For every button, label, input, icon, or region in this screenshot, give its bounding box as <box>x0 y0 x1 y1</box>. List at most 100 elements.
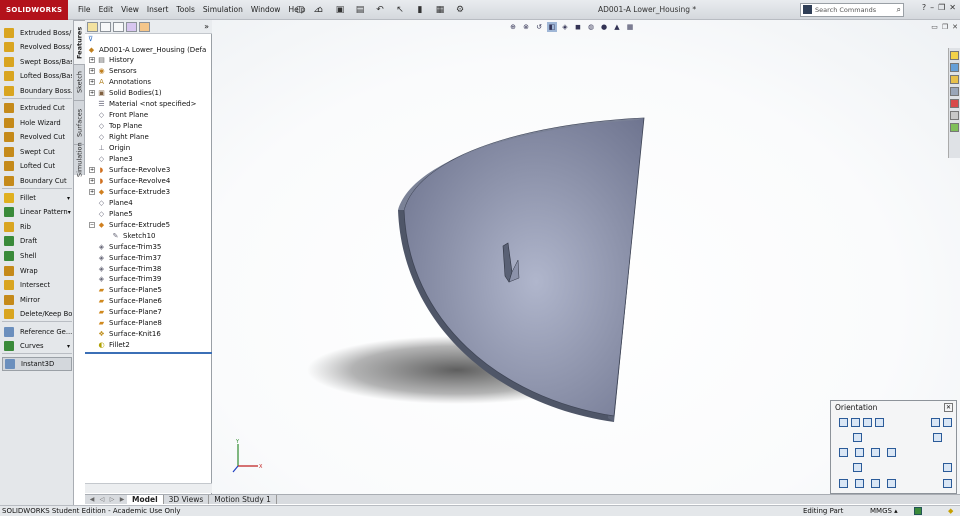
tree-node-right-plane[interactable]: ◇ Right Plane <box>89 132 149 143</box>
file-properties-icon[interactable]: ▦ <box>431 3 449 17</box>
tree-node-surface-plane8[interactable]: ▰ Surface-Plane8 <box>89 318 162 329</box>
expand-toggle-icon[interactable]: + <box>89 79 95 86</box>
view-previous-icon[interactable] <box>851 418 860 427</box>
cmd-intersect-button[interactable]: Intersect <box>2 278 72 292</box>
select-pointer-icon[interactable]: ↖ <box>391 3 409 17</box>
open-folder-icon[interactable]: ⌂ <box>311 3 329 17</box>
new-document-icon[interactable]: ▢ <box>291 3 309 17</box>
orientation-close-icon[interactable]: ✕ <box>944 403 953 412</box>
expand-toggle-icon[interactable]: + <box>89 177 95 184</box>
rollback-bar[interactable] <box>85 352 212 354</box>
options-icon[interactable]: ⚙ <box>451 3 469 17</box>
cmd-revolved-boss-button[interactable]: Revolved Boss/... <box>2 40 72 54</box>
view-front-icon[interactable] <box>853 433 862 442</box>
tree-node-plane5[interactable]: ◇ Plane5 <box>89 208 133 219</box>
cmd-fillet-button[interactable]: Fillet ▾ <box>2 191 72 205</box>
expand-toggle-icon[interactable]: + <box>89 57 95 64</box>
expand-toggle-icon[interactable]: + <box>89 166 95 173</box>
menu-edit[interactable]: Edit <box>95 0 118 20</box>
tree-root-part[interactable]: ◆ AD001-A Lower_Housing (Defa <box>87 44 206 55</box>
cmd-wrap-button[interactable]: Wrap <box>2 264 72 278</box>
view-isometric-icon[interactable] <box>863 418 872 427</box>
undo-icon[interactable]: ↶ <box>371 3 389 17</box>
cmd-lofted-boss-button[interactable]: Lofted Boss/Base <box>2 69 72 83</box>
menu-file[interactable]: File <box>74 0 95 20</box>
update-views-icon[interactable] <box>931 418 940 427</box>
two-view-vertical-icon[interactable] <box>871 479 880 488</box>
appearances-icon[interactable] <box>950 99 959 108</box>
cmd-extruded-boss-button[interactable]: Extruded Boss/... <box>2 26 72 40</box>
tree-node-surface-trim38[interactable]: ◈ Surface-Trim38 <box>89 263 162 274</box>
cmd-boundary-cut-button[interactable]: Boundary Cut <box>2 174 72 188</box>
tab-model[interactable]: Model <box>127 495 164 504</box>
minimize-icon[interactable]: – <box>930 3 934 12</box>
tree-node-surface-extrude3[interactable]: + ◆ Surface-Extrude3 <box>89 186 170 197</box>
tree-node-surface-extrude5[interactable]: − ◆ Surface-Extrude5 <box>89 219 170 230</box>
tree-node-surface-revolve3[interactable]: + ◗ Surface-Revolve3 <box>89 164 170 175</box>
search-icon[interactable]: ⌕ <box>897 4 901 16</box>
save-icon[interactable]: ▣ <box>331 3 349 17</box>
property-manager-tab-icon[interactable] <box>100 21 111 32</box>
tab-sketch[interactable]: Sketch <box>74 64 85 100</box>
rebuild-icon[interactable]: ▮ <box>411 3 429 17</box>
tree-node-surface-knit16[interactable]: ❖ Surface-Knit16 <box>89 329 160 340</box>
view-top-icon[interactable] <box>855 448 864 457</box>
tree-node-fillet2[interactable]: ◐ Fillet2 <box>89 340 129 351</box>
save-view-icon[interactable] <box>943 418 952 427</box>
first-tab-arrow-icon[interactable]: ◀ <box>87 495 97 504</box>
tree-node-solid-bodies-1[interactable]: + ▣ Solid Bodies(1) <box>89 88 162 99</box>
last-tab-arrow-icon[interactable]: ▶ <box>117 495 127 504</box>
tree-node-sensors[interactable]: + ◉ Sensors <box>89 66 137 77</box>
tree-node-surface-revolve4[interactable]: + ◗ Surface-Revolve4 <box>89 175 170 186</box>
tree-horizontal-scrollbar[interactable] <box>85 483 212 493</box>
tree-node-annotations[interactable]: + A Annotations <box>89 77 151 88</box>
solidworks-logo[interactable]: SOLIDWORKS <box>0 0 68 20</box>
tree-node-origin[interactable]: ⊥ Origin <box>89 143 130 154</box>
cmd-extruded-cut-button[interactable]: Extruded Cut <box>2 101 72 115</box>
help-icon[interactable]: ? <box>922 3 926 12</box>
configuration-manager-tab-icon[interactable] <box>113 21 124 32</box>
feature-tree-tab-icon[interactable] <box>87 21 98 32</box>
cmd-rib-button[interactable]: Rib <box>2 220 72 234</box>
dimxpert-tab-icon[interactable] <box>126 21 137 32</box>
menu-view[interactable]: View <box>117 0 143 20</box>
view-bottom-icon[interactable] <box>887 448 896 457</box>
design-library-icon[interactable] <box>950 63 959 72</box>
menu-simulation[interactable]: Simulation <box>199 0 247 20</box>
tab-3d-views[interactable]: 3D Views <box>164 495 210 504</box>
close-icon[interactable]: ✕ <box>949 3 956 12</box>
tree-node-surface-plane5[interactable]: ▰ Surface-Plane5 <box>89 285 162 296</box>
single-view-icon[interactable] <box>839 479 848 488</box>
menu-tools[interactable]: Tools <box>172 0 198 20</box>
view-left-icon[interactable] <box>839 448 848 457</box>
cmd-swept-cut-button[interactable]: Swept Cut <box>2 145 72 159</box>
tree-node-sketch10[interactable]: ✎ Sketch10 <box>103 230 156 241</box>
tree-node-surface-trim39[interactable]: ◈ Surface-Trim39 <box>89 274 162 285</box>
filter-icon[interactable]: ⊽ <box>88 35 93 43</box>
tree-node-surface-plane7[interactable]: ▰ Surface-Plane7 <box>89 307 162 318</box>
cmd-reference-geometry-button[interactable]: Reference Ge...▾ <box>2 325 72 339</box>
tree-node-surface-trim35[interactable]: ◈ Surface-Trim35 <box>89 241 162 252</box>
custom-properties-icon[interactable] <box>950 111 959 120</box>
print-icon[interactable]: ▤ <box>351 3 369 17</box>
unit-system-selector[interactable]: MMGS ▴ <box>870 506 898 516</box>
cmd-draft-button[interactable]: Draft <box>2 234 72 248</box>
view-normal-to-icon[interactable] <box>839 418 848 427</box>
view-selector-icon[interactable] <box>933 433 942 442</box>
search-commands-input[interactable]: Search Commands ⌕ <box>800 3 904 17</box>
cmd-lofted-cut-button[interactable]: Lofted Cut <box>2 159 72 173</box>
next-tab-arrow-icon[interactable]: ▷ <box>107 495 117 504</box>
tab-simulation[interactable]: Simulation <box>74 143 85 177</box>
solidworks-forum-icon[interactable] <box>950 123 959 132</box>
cmd-delete-keep-body-button[interactable]: Delete/Keep Bo... <box>2 307 72 321</box>
expand-toggle-icon[interactable]: + <box>89 68 95 75</box>
view-back-icon[interactable] <box>853 463 862 472</box>
dropdown-arrow-icon[interactable]: ▾ <box>68 209 71 216</box>
file-explorer-icon[interactable] <box>950 75 959 84</box>
resources-icon[interactable] <box>950 51 959 60</box>
expand-toggle-icon[interactable]: + <box>89 90 95 97</box>
menu-window[interactable]: Window <box>247 0 285 20</box>
cmd-swept-boss-button[interactable]: Swept Boss/Base <box>2 55 72 69</box>
two-view-horizontal-icon[interactable] <box>855 479 864 488</box>
tree-node-surface-plane6[interactable]: ▰ Surface-Plane6 <box>89 296 162 307</box>
